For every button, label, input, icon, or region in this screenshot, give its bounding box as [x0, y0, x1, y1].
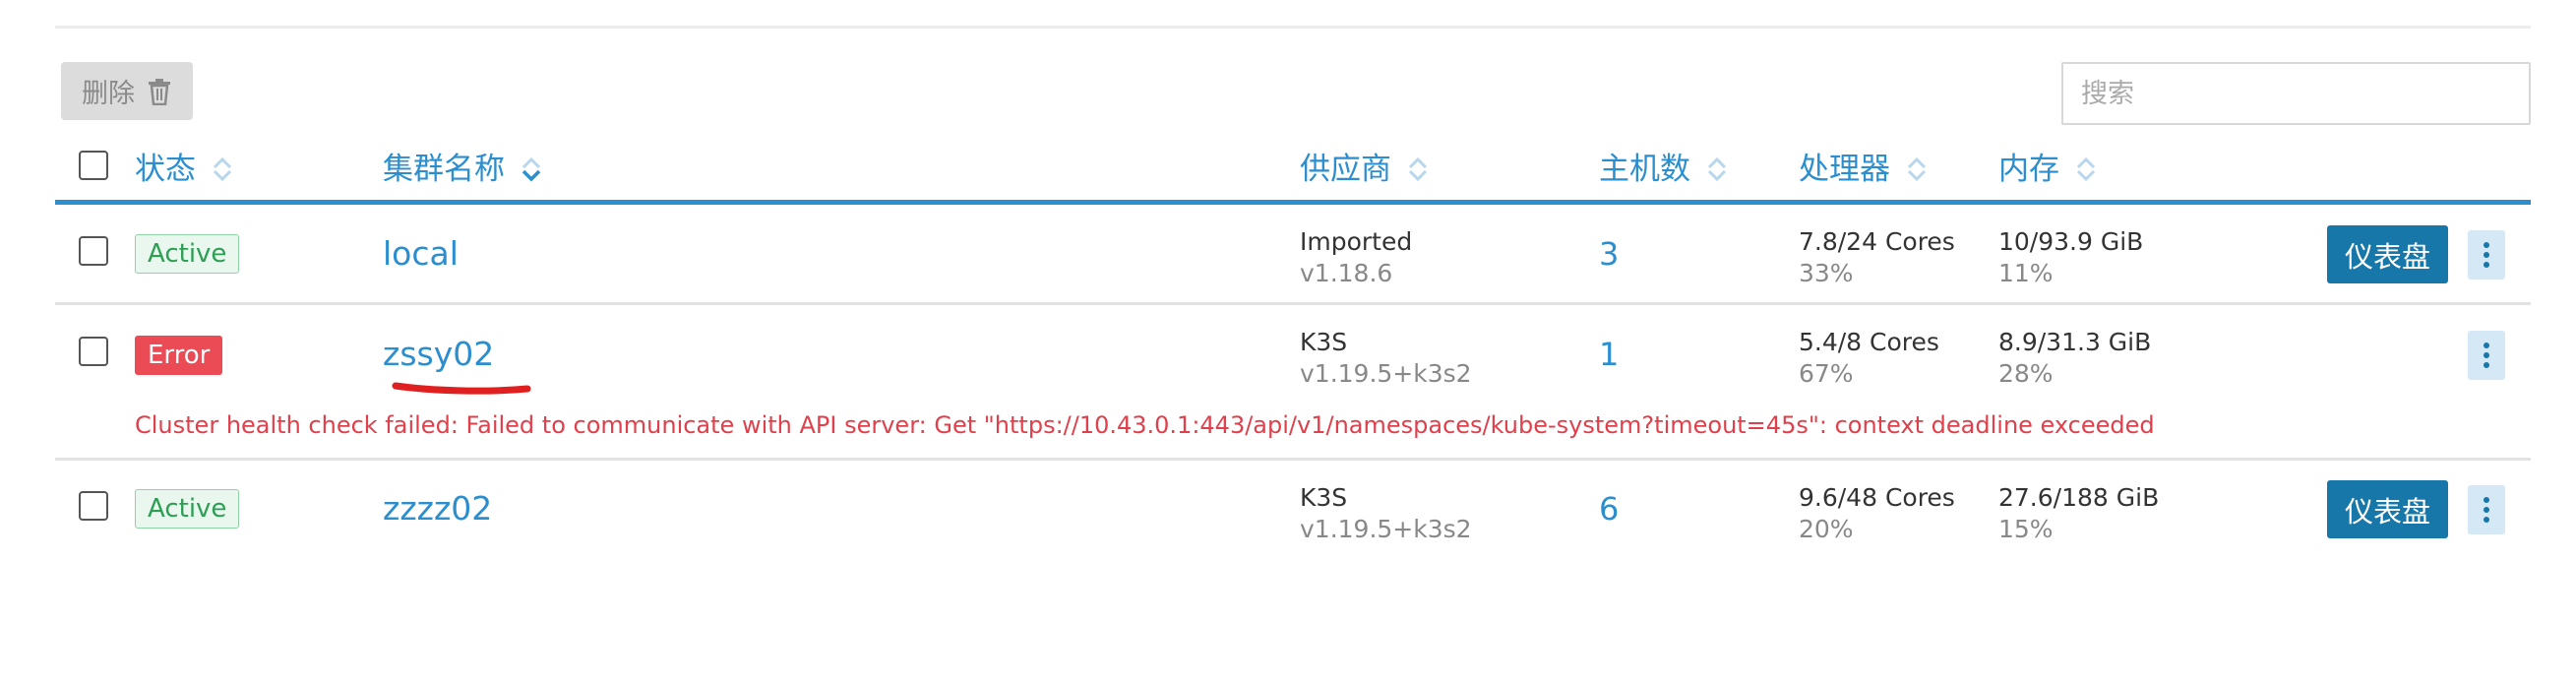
provider-name: K3S	[1300, 328, 1348, 356]
cpu-usage: 7.8/24 Cores	[1799, 227, 1955, 256]
column-header-cpu[interactable]: 处理器	[1799, 150, 1928, 189]
cpu-percent: 67%	[1799, 359, 1854, 388]
dot	[2484, 497, 2489, 503]
annotation-underline	[392, 382, 531, 395]
memory-usage: 10/93.9 GiB	[1998, 227, 2144, 256]
column-header-state-label: 状态	[135, 152, 196, 187]
row-divider	[55, 458, 2531, 461]
select-all-checkbox[interactable]	[79, 151, 108, 180]
column-header-state[interactable]: 状态	[135, 150, 233, 189]
header-divider	[55, 200, 2531, 205]
status-badge: Active	[135, 489, 240, 529]
dashboard-button[interactable]: 仪表盘	[2327, 480, 2448, 538]
trash-icon	[149, 78, 170, 105]
status-badge: Error	[135, 336, 223, 375]
provider-version: v1.19.5+k3s2	[1300, 359, 1472, 388]
memory-percent: 11%	[1998, 259, 2054, 287]
memory-percent: 15%	[1998, 515, 2054, 543]
memory-cell: 8.9/31.3 GiB 28%	[1998, 327, 2151, 390]
cpu-percent: 20%	[1799, 515, 1854, 543]
more-actions-button[interactable]	[2468, 230, 2505, 280]
row-checkbox[interactable]	[79, 337, 108, 366]
dot	[2484, 242, 2489, 248]
column-header-name[interactable]: 集群名称	[383, 150, 542, 189]
column-header-provider[interactable]: 供应商	[1300, 150, 1429, 189]
provider-cell: Imported v1.18.6	[1300, 226, 1412, 289]
delete-label: 删除	[82, 79, 135, 109]
row-checkbox[interactable]	[79, 236, 108, 266]
provider-cell: K3S v1.19.5+k3s2	[1300, 482, 1472, 545]
cluster-error-message: Cluster health check failed: Failed to c…	[135, 411, 2155, 439]
column-header-cpu-label: 处理器	[1799, 152, 1890, 187]
sort-icon	[1906, 156, 1928, 183]
more-actions-button[interactable]	[2468, 485, 2505, 534]
top-divider	[55, 26, 2531, 29]
sort-icon	[212, 156, 233, 183]
dot	[2484, 362, 2489, 368]
row-divider	[55, 302, 2531, 305]
cluster-name-link[interactable]: zssy02	[383, 335, 494, 374]
sort-icon	[1706, 156, 1728, 183]
sort-icon	[521, 156, 542, 183]
memory-cell: 27.6/188 GiB 15%	[1998, 482, 2159, 545]
host-count-link[interactable]: 3	[1599, 234, 1619, 274]
sort-icon	[2075, 156, 2097, 183]
host-count-link[interactable]: 1	[1599, 335, 1619, 374]
provider-name: K3S	[1300, 483, 1348, 512]
sort-icon	[1407, 156, 1429, 183]
column-header-name-label: 集群名称	[383, 152, 505, 187]
cluster-name-link[interactable]: zzzz02	[383, 489, 492, 529]
cpu-usage: 5.4/8 Cores	[1799, 328, 1939, 356]
search-input[interactable]	[2061, 62, 2531, 125]
provider-cell: K3S v1.19.5+k3s2	[1300, 327, 1472, 390]
cpu-usage: 9.6/48 Cores	[1799, 483, 1955, 512]
column-header-hosts-label: 主机数	[1599, 152, 1690, 187]
dashboard-button[interactable]: 仪表盘	[2327, 225, 2448, 283]
dot	[2484, 507, 2489, 513]
cpu-cell: 5.4/8 Cores 67%	[1799, 327, 1939, 390]
dot	[2484, 517, 2489, 523]
memory-cell: 10/93.9 GiB 11%	[1998, 226, 2143, 289]
column-header-hosts[interactable]: 主机数	[1599, 150, 1728, 189]
row-checkbox[interactable]	[79, 491, 108, 521]
column-header-memory[interactable]: 内存	[1998, 150, 2097, 189]
column-header-provider-label: 供应商	[1300, 152, 1391, 187]
dot	[2484, 342, 2489, 348]
delete-button[interactable]: 删除	[61, 62, 193, 120]
cpu-percent: 33%	[1799, 259, 1854, 287]
cpu-cell: 9.6/48 Cores 20%	[1799, 482, 1955, 545]
memory-percent: 28%	[1998, 359, 2054, 388]
memory-usage: 8.9/31.3 GiB	[1998, 328, 2152, 356]
dot	[2484, 352, 2489, 358]
dot	[2484, 252, 2489, 258]
host-count-link[interactable]: 6	[1599, 489, 1619, 529]
cpu-cell: 7.8/24 Cores 33%	[1799, 226, 1955, 289]
provider-version: v1.18.6	[1300, 259, 1393, 287]
cluster-name-link[interactable]: local	[383, 234, 459, 274]
dot	[2484, 262, 2489, 268]
status-badge: Active	[135, 234, 240, 274]
provider-version: v1.19.5+k3s2	[1300, 515, 1472, 543]
more-actions-button[interactable]	[2468, 331, 2505, 380]
provider-name: Imported	[1300, 227, 1413, 256]
memory-usage: 27.6/188 GiB	[1998, 483, 2160, 512]
column-header-memory-label: 内存	[1998, 152, 2059, 187]
